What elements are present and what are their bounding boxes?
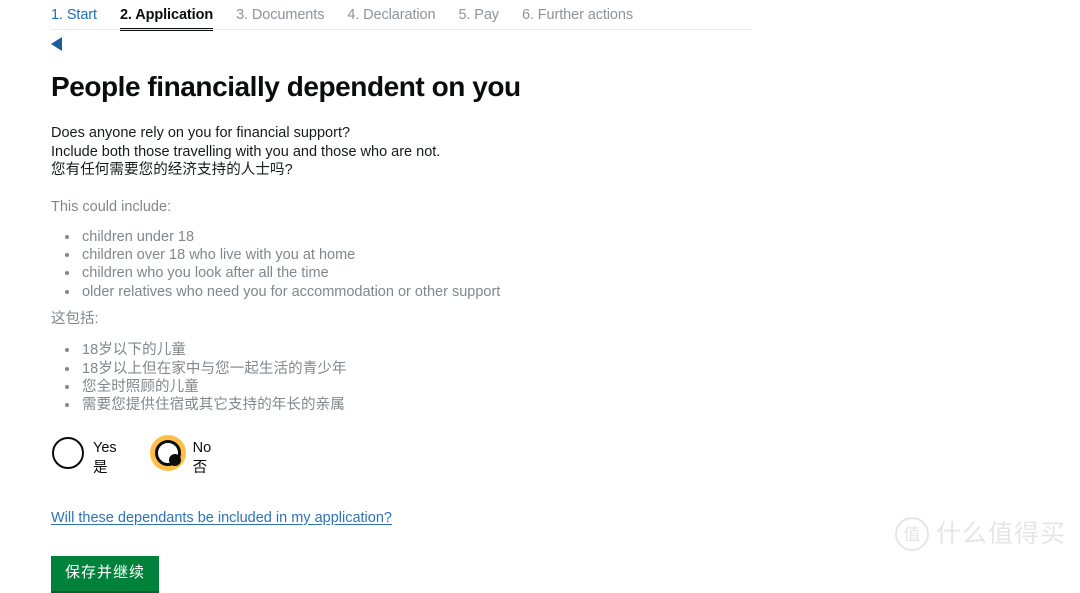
watermark: 值 什么值得买	[894, 517, 1066, 551]
tab-start[interactable]: 1. Start	[51, 5, 97, 31]
intro-line-3-chinese: 您有任何需要您的经济支持的人士吗?	[51, 162, 293, 178]
radio-no-label-cn: 否	[192, 459, 208, 476]
tab-further-actions[interactable]: 6. Further actions	[522, 5, 633, 31]
list-item: children over 18 who live with you at ho…	[80, 246, 771, 264]
radio-option-yes[interactable]: Yes 是	[51, 436, 117, 477]
list-item: 18岁以上但在家中与您一起生活的青少年	[80, 360, 771, 378]
tab-application[interactable]: 2. Application	[119, 5, 214, 31]
watermark-text: 什么值得买	[935, 519, 1066, 548]
radio-no-label-en: No	[192, 439, 212, 456]
main-content: People financially dependent on you Does…	[51, 70, 771, 593]
could-include-list-chinese: 18岁以下的儿童 18岁以上但在家中与您一起生活的青少年 您全时照顾的儿童 需要…	[51, 341, 771, 415]
list-item: 需要您提供住宿或其它支持的年长的亲属	[80, 396, 771, 414]
tab-declaration[interactable]: 4. Declaration	[347, 5, 435, 31]
tab-documents[interactable]: 3. Documents	[236, 5, 324, 31]
radio-no-label: No 否	[193, 436, 212, 477]
tab-pay[interactable]: 5. Pay	[458, 5, 499, 31]
progress-nav-divider	[51, 29, 751, 30]
progress-nav-steps: 1. Start 2. Application 3. Documents 4. …	[51, 0, 751, 31]
back-triangle-icon	[51, 37, 62, 51]
radio-unchecked-icon	[52, 436, 84, 469]
progress-nav: 1. Start 2. Application 3. Documents 4. …	[51, 0, 751, 31]
radio-yes-label: Yes 是	[93, 436, 117, 477]
list-item: 您全时照顾的儿童	[80, 378, 771, 396]
radio-selected-dot-icon	[168, 453, 181, 466]
radio-checked-icon	[154, 439, 181, 466]
intro-line-1: Does anyone rely on you for financial su…	[51, 125, 351, 141]
could-include-label-chinese: 这包括:	[51, 311, 99, 328]
dependants-radio-group: Yes 是 No 否	[51, 435, 771, 477]
dependants-help-link[interactable]: Will these dependants be included in my …	[51, 509, 392, 527]
intro-line-2: Include both those travelling with you a…	[51, 143, 441, 160]
list-item: 18岁以下的儿童	[80, 341, 771, 359]
back-button[interactable]	[51, 35, 73, 53]
save-and-continue-button[interactable]: 保存并继续	[51, 555, 160, 593]
radio-option-no[interactable]: No 否	[150, 435, 212, 477]
radio-no-control[interactable]	[150, 435, 185, 470]
radio-yes-label-cn: 是	[93, 459, 108, 476]
watermark-badge-icon: 值	[894, 517, 929, 551]
list-item: older relatives who need you for accommo…	[80, 283, 771, 301]
radio-yes-label-en: Yes	[93, 439, 117, 456]
list-item: children under 18	[80, 228, 771, 246]
could-include-list: children under 18 children over 18 who l…	[51, 228, 771, 302]
page-title: People financially dependent on you	[51, 71, 521, 102]
list-item: children who you look after all the time	[80, 264, 771, 282]
could-include-label: This could include:	[51, 198, 172, 215]
intro-text: Does anyone rely on you for financial su…	[51, 124, 771, 180]
radio-yes-control[interactable]	[51, 436, 85, 470]
